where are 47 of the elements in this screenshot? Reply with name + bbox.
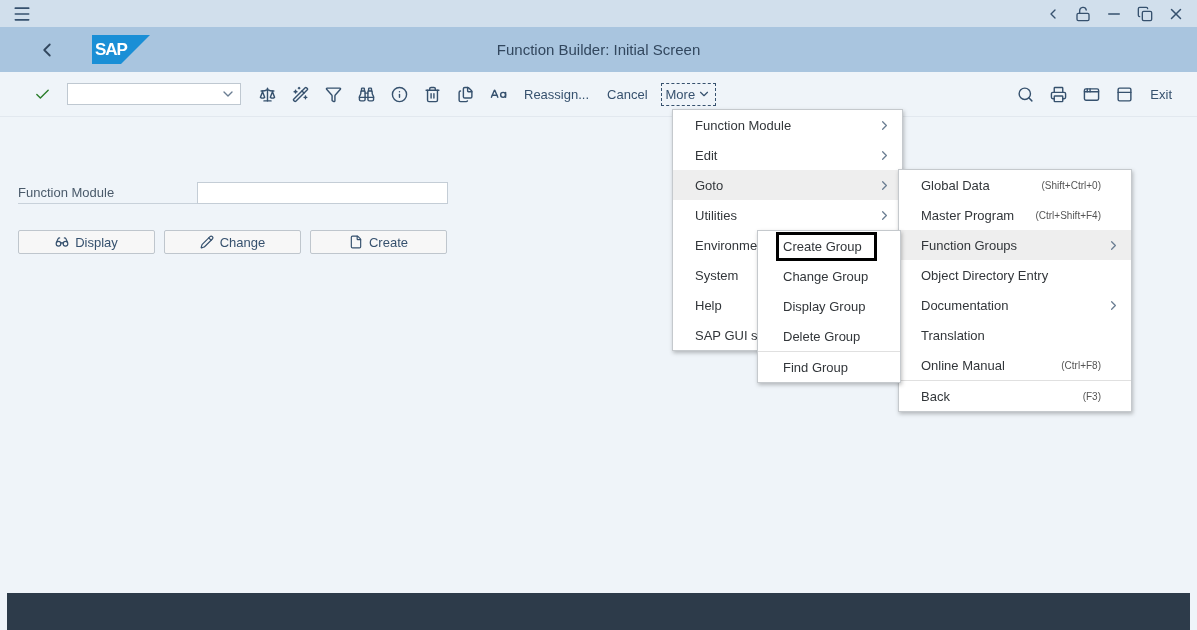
window-title: Function Builder: Initial Screen: [495, 41, 702, 58]
command-field[interactable]: [67, 83, 241, 105]
scale-icon[interactable]: [259, 85, 276, 103]
lock-icon[interactable]: [1075, 5, 1091, 22]
menu-item[interactable]: Translation: [899, 320, 1131, 350]
search-icon[interactable]: [1017, 85, 1035, 103]
shortcut-label: (Shift+Ctrl+0): [1041, 179, 1101, 191]
pencil-icon: [199, 235, 214, 249]
menu-item[interactable]: Documentation: [899, 290, 1131, 320]
menu-item[interactable]: Global Data (Shift+Ctrl+0): [899, 170, 1131, 200]
change-button[interactable]: Change: [164, 230, 301, 254]
display-button[interactable]: Display: [18, 230, 155, 254]
glasses-icon: [55, 235, 70, 249]
menu-item[interactable]: Online Manual (Ctrl+F8): [899, 350, 1131, 380]
restore-icon[interactable]: [1137, 5, 1153, 22]
panel-icon[interactable]: [1116, 85, 1134, 103]
shortcut-label: (Ctrl+F8): [1061, 359, 1101, 371]
menu-item[interactable]: Display Group: [776, 291, 881, 321]
menu-item[interactable]: Utilities: [673, 200, 902, 230]
menu-item[interactable]: Change Group: [776, 261, 884, 291]
menu-item[interactable]: Delete Group: [776, 321, 876, 351]
info-icon[interactable]: [391, 85, 408, 103]
shortcut-label: (F3): [1082, 390, 1101, 402]
filter-icon[interactable]: [325, 85, 342, 103]
delete-icon[interactable]: [424, 85, 441, 103]
menu-item[interactable]: Function Module: [673, 110, 902, 140]
create-button[interactable]: Create: [310, 230, 447, 254]
menu-item[interactable]: Function Groups: [899, 230, 1131, 260]
binoculars-icon[interactable]: [358, 85, 375, 103]
shortcut-label: (Ctrl+Shift+F4): [1035, 209, 1101, 221]
exit-button[interactable]: Exit: [1145, 82, 1177, 106]
print-icon[interactable]: [1050, 85, 1068, 103]
menu-item[interactable]: Object Directory Entry: [899, 260, 1131, 290]
menu-item[interactable]: Edit: [673, 140, 902, 170]
logo: SAP: [92, 35, 150, 64]
copy-icon[interactable]: [457, 85, 474, 103]
menu-item[interactable]: Find Group: [776, 352, 864, 382]
more-button[interactable]: More: [660, 82, 717, 106]
document-icon: [349, 235, 363, 249]
menu-item[interactable]: Create Group: [776, 231, 877, 261]
magic-wand-icon[interactable]: [292, 85, 309, 103]
toolbar-button[interactable]: Cancel: [602, 82, 653, 106]
toolbar-button[interactable]: Reassign...: [519, 82, 595, 106]
menu-item[interactable]: Master Program (Ctrl+Shift+F4): [899, 200, 1131, 230]
menu-item[interactable]: Back (F3): [899, 380, 1131, 411]
function-module-input[interactable]: [197, 181, 448, 204]
window-icon[interactable]: [1083, 85, 1101, 103]
